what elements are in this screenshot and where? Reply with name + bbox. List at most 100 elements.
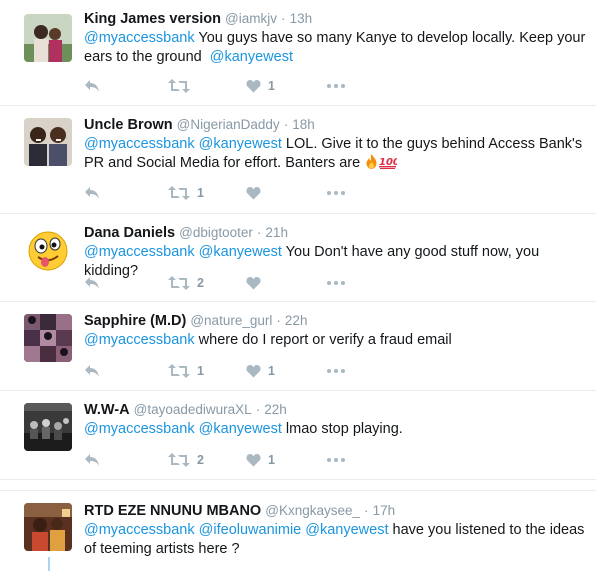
more-button[interactable]	[327, 450, 345, 470]
user-handle[interactable]: @Kxngkaysee_	[265, 503, 360, 518]
heart-icon	[246, 277, 261, 290]
retweet-count: 1	[197, 186, 204, 200]
avatar[interactable]	[24, 14, 72, 62]
retweet-icon	[168, 453, 190, 467]
separator: ·	[283, 117, 289, 132]
reply-button[interactable]	[84, 361, 100, 381]
tweet-text: @myaccessbank You guys have so many Kany…	[84, 29, 588, 66]
tweet-text: @myaccessbank where do I report or verif…	[84, 331, 588, 350]
avatar[interactable]	[24, 226, 72, 274]
avatar[interactable]	[24, 314, 72, 362]
more-button[interactable]	[327, 183, 345, 203]
like-count: 1	[268, 453, 275, 467]
tweet-header: Uncle Brown @NigerianDaddy · 18h	[84, 116, 315, 134]
tweet[interactable]: Uncle Brown @NigerianDaddy · 18h @myacce…	[0, 106, 596, 214]
like-count: 1	[268, 364, 275, 378]
timestamp[interactable]: 17h	[373, 503, 396, 518]
tweet-body: lmao stop playing.	[285, 421, 403, 437]
tweet[interactable]: King James version @iamkjv · 13h @myacce…	[0, 0, 596, 106]
display-name[interactable]: Uncle Brown	[84, 117, 173, 133]
more-icon	[327, 84, 345, 88]
reply-button[interactable]	[84, 273, 100, 293]
heart-icon	[246, 80, 261, 93]
like-button[interactable]: 1	[246, 450, 275, 470]
mention-link[interactable]: @kanyewest	[199, 136, 282, 152]
tweet[interactable]: RTD EZE NNUNU MBANO @Kxngkaysee_ · 17h @…	[0, 490, 596, 571]
like-count: 1	[268, 79, 275, 93]
mention-link[interactable]: @myaccessbank	[84, 421, 195, 437]
mention-link[interactable]: @myaccessbank	[84, 332, 195, 348]
display-name[interactable]: RTD EZE NNUNU MBANO	[84, 503, 261, 519]
retweet-count: 2	[197, 276, 204, 290]
retweet-button[interactable]: 1	[168, 361, 204, 381]
like-button[interactable]	[246, 183, 268, 203]
mention-link[interactable]: @myaccessbank	[84, 522, 195, 538]
heart-icon	[246, 187, 261, 200]
separator: ·	[281, 11, 286, 26]
avatar[interactable]	[24, 118, 72, 166]
separator: ·	[256, 225, 262, 240]
reply-icon	[85, 454, 99, 466]
retweet-count: 2	[197, 453, 204, 467]
reply-button[interactable]	[84, 76, 100, 96]
mention-link[interactable]: @kanyewest	[305, 522, 388, 538]
like-button[interactable]	[246, 273, 268, 293]
more-icon	[327, 458, 345, 462]
timestamp[interactable]: 18h	[292, 117, 315, 132]
tweet[interactable]: W.W-A @tayoadediwuraXL · 22h @myaccessba…	[0, 391, 596, 480]
more-icon	[327, 369, 345, 373]
display-name[interactable]: Sapphire (M.D)	[84, 313, 186, 329]
display-name[interactable]: Dana Daniels	[84, 225, 175, 241]
more-button[interactable]	[327, 361, 345, 381]
mention-link[interactable]: @kanyewest	[210, 49, 293, 65]
separator: ·	[255, 402, 261, 417]
reply-icon	[85, 277, 99, 289]
separator: ·	[276, 313, 281, 328]
mention-link[interactable]: @myaccessbank	[84, 136, 195, 152]
tweet-feed: King James version @iamkjv · 13h @myacce…	[0, 0, 596, 571]
user-handle[interactable]: @dbigtooter	[179, 225, 253, 240]
timestamp[interactable]: 22h	[264, 402, 287, 417]
reply-icon	[85, 80, 99, 92]
display-name[interactable]: W.W-A	[84, 402, 130, 418]
more-button[interactable]	[327, 76, 345, 96]
mention-link[interactable]: @ifeoluwanimie	[199, 522, 302, 538]
mention-link[interactable]: @myaccessbank	[84, 244, 195, 260]
timestamp[interactable]: 22h	[285, 313, 308, 328]
mention-link[interactable]: @kanyewest	[199, 244, 282, 260]
hundred-points-emoji: 100	[379, 157, 397, 169]
retweet-button[interactable]: 1	[168, 183, 204, 203]
tweet-text: @myaccessbank @kanyewest lmao stop playi…	[84, 420, 588, 439]
like-button[interactable]: 1	[246, 361, 275, 381]
tweet-text: @myaccessbank @ifeoluwanimie @kanyewest …	[84, 521, 588, 558]
tweet-header: King James version @iamkjv · 13h	[84, 10, 312, 28]
tweet[interactable]: Dana Daniels @dbigtooter · 21h @myaccess…	[0, 214, 596, 302]
avatar[interactable]	[24, 403, 72, 451]
reply-icon	[85, 187, 99, 199]
retweet-button[interactable]	[168, 76, 197, 96]
separator: ·	[364, 503, 369, 518]
retweet-icon	[168, 364, 190, 378]
timestamp[interactable]: 21h	[265, 225, 288, 240]
mention-link[interactable]: @myaccessbank	[84, 30, 195, 46]
tweet-body: where do I report or verify a fraud emai…	[198, 332, 452, 348]
tweet-actions: 2	[84, 273, 384, 293]
user-handle[interactable]: @NigerianDaddy	[177, 117, 280, 132]
tweet[interactable]: Sapphire (M.D) @nature_gurl · 22h @myacc…	[0, 302, 596, 391]
retweet-button[interactable]: 2	[168, 450, 204, 470]
retweet-icon	[168, 276, 190, 290]
more-button[interactable]	[327, 273, 345, 293]
retweet-button[interactable]: 2	[168, 273, 204, 293]
tweet-text: @myaccessbank @kanyewest LOL. Give it to…	[84, 135, 588, 172]
avatar[interactable]	[24, 503, 72, 551]
display-name[interactable]: King James version	[84, 11, 221, 27]
timestamp[interactable]: 13h	[290, 11, 313, 26]
like-button[interactable]: 1	[246, 76, 275, 96]
user-handle[interactable]: @nature_gurl	[190, 313, 272, 328]
mention-link[interactable]: @kanyewest	[199, 421, 282, 437]
user-handle[interactable]: @tayoadediwuraXL	[134, 402, 252, 417]
reply-button[interactable]	[84, 450, 100, 470]
reply-button[interactable]	[84, 183, 100, 203]
heart-icon	[246, 365, 261, 378]
user-handle[interactable]: @iamkjv	[225, 11, 277, 26]
